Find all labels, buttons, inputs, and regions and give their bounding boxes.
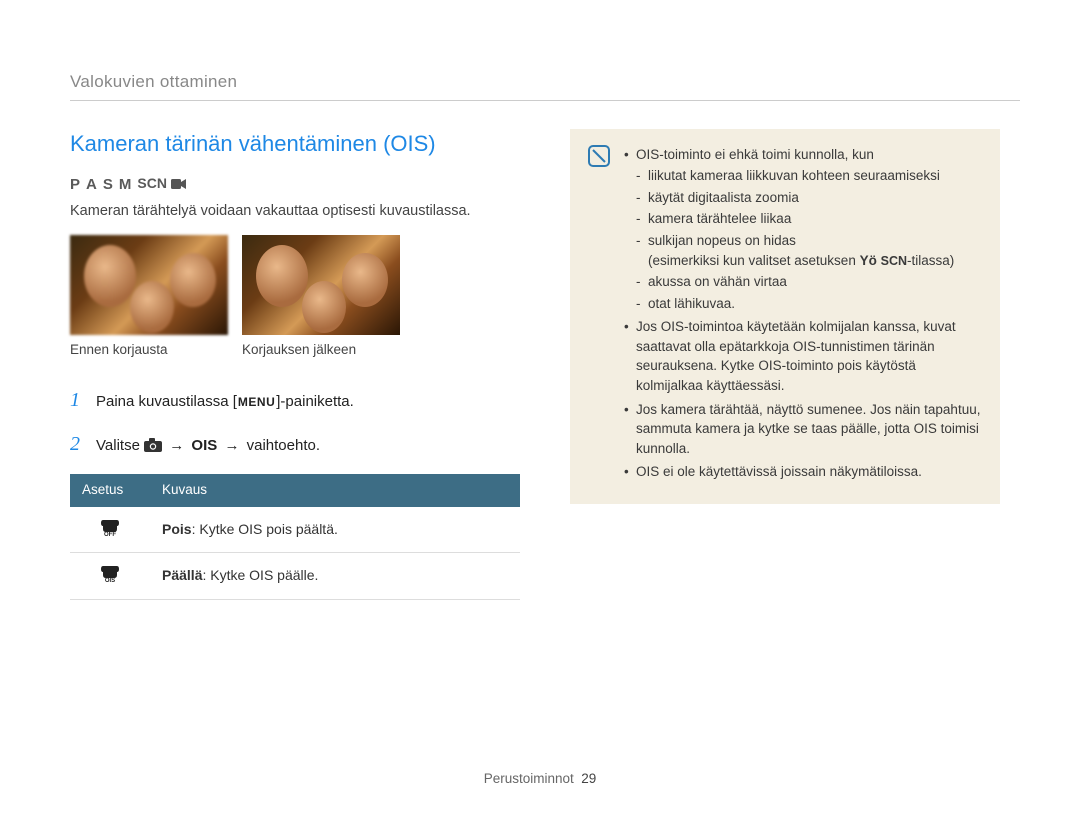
note-item: Jos kamera tärähtää, näyttö sumenee. Jos… — [624, 400, 982, 459]
table-row: OFF Pois: Kytke OIS pois päältä. — [70, 507, 520, 553]
mode-s: S — [103, 174, 115, 195]
cell-bold: Päällä — [162, 567, 202, 583]
comparison-photos: Ennen korjausta Korjauksen jälkeen — [70, 235, 520, 360]
camera-icon — [144, 437, 162, 451]
note-text: (esimerkiksi kun valitset asetuksen — [648, 253, 860, 268]
settings-table: Asetus Kuvaus OFF Pois: Kytke OIS pois p… — [70, 474, 520, 600]
cell-text: : Kytke OIS pois päältä. — [192, 521, 338, 537]
step-number: 2 — [70, 430, 84, 458]
caption-after: Korjauksen jälkeen — [242, 341, 400, 360]
note-text: sulkijan nopeus on hidas — [648, 233, 796, 248]
note-list: OIS-toiminto ei ehkä toimi kunnolla, kun… — [624, 145, 982, 486]
th-description: Kuvaus — [150, 474, 520, 507]
page-title: Kameran tärinän vähentäminen (OIS) — [70, 129, 520, 160]
cell-text: : Kytke OIS päälle. — [202, 567, 318, 583]
ois-off-icon: OFF — [99, 517, 121, 537]
step-2: 2 Valitse → OIS → vaihtoehto. — [70, 430, 520, 458]
mode-row: P A S M SCN — [70, 174, 520, 195]
steps-list: 1 Paina kuvaustilassa [MENU]-painiketta.… — [70, 386, 520, 458]
table-row: OIS Päällä: Kytke OIS päälle. — [70, 553, 520, 600]
note-item: OIS ei ole käytettävissä joissain näkymä… — [624, 462, 982, 482]
note-subitem: sulkijan nopeus on hidas (esimerkiksi ku… — [636, 231, 982, 270]
note-subitem: käytät digitaalista zoomia — [636, 188, 982, 208]
arrow-icon: → — [224, 437, 239, 454]
mode-a: A — [86, 174, 99, 195]
mode-p: P — [70, 174, 82, 195]
arrow-icon: → — [169, 437, 184, 454]
note-bold: Yö — [860, 253, 877, 268]
mode-scn: SCN — [137, 174, 167, 194]
step-number: 1 — [70, 386, 84, 414]
th-setting: Asetus — [70, 474, 150, 507]
breadcrumb: Valokuvien ottaminen — [70, 70, 1020, 94]
cell-bold: Pois — [162, 521, 192, 537]
page-number: 29 — [581, 771, 596, 786]
divider — [70, 100, 1020, 101]
mode-m: M — [119, 174, 134, 195]
video-icon — [171, 178, 187, 190]
note-text: OIS-toiminto ei ehkä toimi kunnolla, kun — [636, 147, 874, 162]
photo-after — [242, 235, 400, 335]
note-item: Jos OIS-toimintoa käytetään kolmijalan k… — [624, 317, 982, 395]
note-box: OIS-toiminto ei ehkä toimi kunnolla, kun… — [570, 129, 1000, 504]
ois-label: OIS — [191, 437, 217, 454]
note-item: OIS-toiminto ei ehkä toimi kunnolla, kun… — [624, 145, 982, 314]
step-text: ]-painiketta. — [276, 393, 354, 410]
note-subitem: akussa on vähän virtaa — [636, 272, 982, 292]
step-1: 1 Paina kuvaustilassa [MENU]-painiketta. — [70, 386, 520, 414]
step-text: Paina kuvaustilassa [ — [96, 393, 237, 410]
note-subitem: liikutat kameraa liikkuvan kohteen seura… — [636, 166, 982, 186]
svg-text:OIS: OIS — [105, 578, 115, 583]
note-subitem: kamera tärähtelee liikaa — [636, 209, 982, 229]
scn-label: SCN — [881, 254, 907, 268]
step-text: vaihtoehto. — [247, 437, 320, 454]
ois-on-icon: OIS — [99, 563, 121, 583]
svg-text:OFF: OFF — [104, 532, 116, 537]
photo-before — [70, 235, 228, 335]
note-text: -tilassa) — [907, 253, 954, 268]
intro-text: Kameran tärähtelyä voidaan vakauttaa opt… — [70, 201, 520, 221]
step-text: Valitse — [96, 437, 144, 454]
menu-label: MENU — [237, 395, 276, 409]
note-icon — [588, 145, 610, 167]
footer: Perustoiminnot 29 — [0, 770, 1080, 789]
note-subitem: otat lähikuvaa. — [636, 294, 982, 314]
caption-before: Ennen korjausta — [70, 341, 228, 360]
footer-label: Perustoiminnot — [484, 771, 574, 786]
